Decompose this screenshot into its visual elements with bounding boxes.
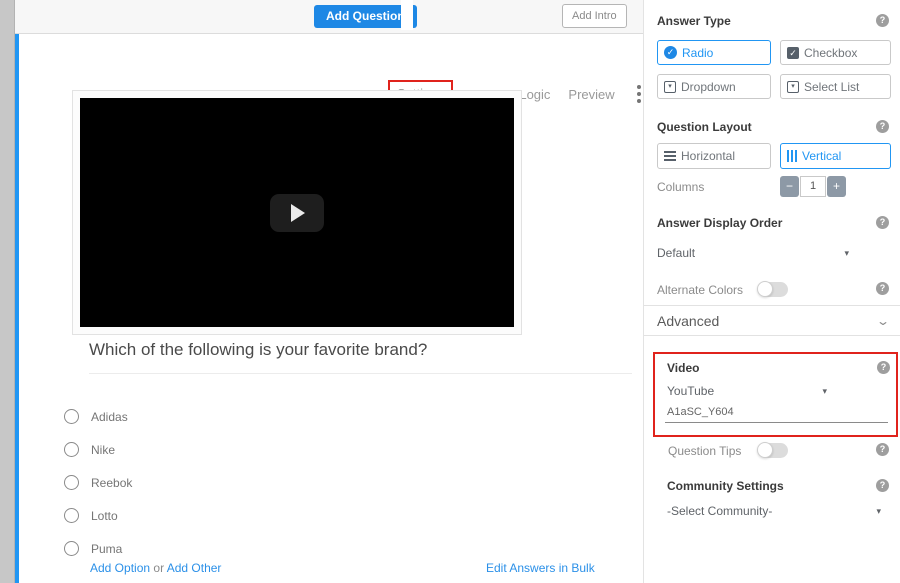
columns-value[interactable]: 1 xyxy=(800,176,826,197)
question-card: Settings Copy Logic Preview Which of the… xyxy=(15,34,643,583)
alternate-colors-label: Alternate Colors xyxy=(657,283,743,297)
play-triangle-icon xyxy=(289,204,305,222)
video-provider-value: YouTube xyxy=(667,384,714,398)
answer-option-row: Reebok xyxy=(64,466,132,499)
answer-type-help-icon[interactable]: ? xyxy=(876,14,889,27)
community-settings-label: Community Settings xyxy=(667,479,784,493)
radio-button-icon[interactable] xyxy=(64,409,79,424)
add-intro-button[interactable]: Add Intro xyxy=(562,4,627,28)
chevron-down-icon: ⌄ xyxy=(876,314,890,328)
answer-display-order-value: Default xyxy=(657,246,695,260)
answer-type-label: Answer Type xyxy=(657,14,731,28)
vertical-bars-icon xyxy=(787,150,797,162)
option-label[interactable]: Lotto xyxy=(91,509,118,523)
radio-button-icon[interactable] xyxy=(64,475,79,490)
answer-option-row: Lotto xyxy=(64,499,132,532)
radio-button-icon[interactable] xyxy=(64,508,79,523)
columns-decrement-button[interactable]: − xyxy=(780,176,799,197)
columns-increment-button[interactable]: + xyxy=(827,176,846,197)
question-tips-toggle[interactable] xyxy=(758,443,788,458)
radio-check-icon: ✓ xyxy=(664,46,677,59)
community-settings-help-icon[interactable]: ? xyxy=(876,479,889,492)
option-label[interactable]: Adidas xyxy=(91,410,128,424)
video-id-input[interactable] xyxy=(665,403,888,423)
radio-button-icon[interactable] xyxy=(64,442,79,457)
advanced-label: Advanced xyxy=(657,313,719,329)
answer-display-order-select[interactable]: Default ▾ xyxy=(657,246,849,260)
caret-down-icon: ▾ xyxy=(822,386,827,397)
toggle-knob xyxy=(757,281,773,297)
community-select[interactable]: -Select Community- ▾ xyxy=(667,504,881,518)
community-select-value: -Select Community- xyxy=(667,504,772,518)
columns-label: Columns xyxy=(657,180,704,194)
add-other-link[interactable]: Add Other xyxy=(167,561,222,575)
question-layout-label: Question Layout xyxy=(657,120,752,134)
settings-panel: Answer Type ? ✓ Radio ✓ Checkbox ▾ Dropd… xyxy=(643,0,900,583)
answer-type-option-label: Checkbox xyxy=(804,46,857,60)
toggle-knob xyxy=(757,442,773,458)
question-layout-help-icon[interactable]: ? xyxy=(876,120,889,133)
checkbox-icon: ✓ xyxy=(787,47,799,59)
layout-horizontal-button[interactable]: Horizontal xyxy=(657,143,771,169)
option-label[interactable]: Puma xyxy=(91,542,122,556)
toolbar-gap xyxy=(401,0,413,30)
question-title[interactable]: Which of the following is your favorite … xyxy=(89,340,632,374)
answer-display-order-label: Answer Display Order xyxy=(657,216,782,230)
left-rail xyxy=(0,0,15,583)
answer-type-select-list-button[interactable]: ▾ Select List xyxy=(780,74,891,99)
radio-button-icon[interactable] xyxy=(64,541,79,556)
answer-display-order-help-icon[interactable]: ? xyxy=(876,216,889,229)
caret-down-icon: ▾ xyxy=(844,248,849,259)
caret-down-icon: ▾ xyxy=(876,506,881,517)
answer-type-checkbox-button[interactable]: ✓ Checkbox xyxy=(780,40,891,65)
dropdown-icon: ▾ xyxy=(664,81,676,93)
video-screen[interactable] xyxy=(80,98,514,327)
select-list-icon: ▾ xyxy=(787,81,799,93)
edit-answers-in-bulk-link[interactable]: Edit Answers in Bulk xyxy=(486,561,595,575)
top-toolbar: Add Question Add Intro xyxy=(15,0,643,34)
answer-option-row: Nike xyxy=(64,433,132,466)
answer-type-option-label: Select List xyxy=(804,80,859,94)
option-label[interactable]: Nike xyxy=(91,443,115,457)
question-tips-help-icon[interactable]: ? xyxy=(876,443,889,456)
answer-type-option-label: Dropdown xyxy=(681,80,736,94)
video-provider-select[interactable]: YouTube ▾ xyxy=(667,384,827,398)
tab-preview[interactable]: Preview xyxy=(568,87,614,102)
advanced-accordion[interactable]: Advanced ⌄ xyxy=(644,305,900,336)
layout-vertical-button[interactable]: Vertical xyxy=(780,143,891,169)
layout-option-label: Horizontal xyxy=(681,149,735,163)
video-help-icon[interactable]: ? xyxy=(877,361,890,374)
add-option-link[interactable]: Add Option xyxy=(90,561,150,575)
survey-builder-app: Add Question Add Intro Settings Copy Log… xyxy=(0,0,900,583)
layout-option-label: Vertical xyxy=(802,149,841,163)
tab-logic[interactable]: Logic xyxy=(519,87,550,102)
answer-type-radio-button[interactable]: ✓ Radio xyxy=(657,40,771,65)
horizontal-lines-icon xyxy=(664,151,676,161)
answer-options-list: Adidas Nike Reebok Lotto Puma xyxy=(64,400,132,565)
question-video-player xyxy=(72,90,522,335)
alternate-colors-help-icon[interactable]: ? xyxy=(876,282,889,295)
answer-option-row: Adidas xyxy=(64,400,132,433)
play-button[interactable] xyxy=(270,194,324,232)
option-label[interactable]: Reebok xyxy=(91,476,132,490)
question-tips-label: Question Tips xyxy=(668,444,741,458)
columns-stepper: − 1 + xyxy=(780,176,846,197)
or-text: or xyxy=(153,561,164,575)
answer-type-option-label: Radio xyxy=(682,46,713,60)
answer-type-dropdown-button[interactable]: ▾ Dropdown xyxy=(657,74,771,99)
video-label: Video xyxy=(667,361,699,375)
video-section-annotation-box: Video ? YouTube ▾ xyxy=(653,352,898,437)
alternate-colors-toggle[interactable] xyxy=(758,282,788,297)
